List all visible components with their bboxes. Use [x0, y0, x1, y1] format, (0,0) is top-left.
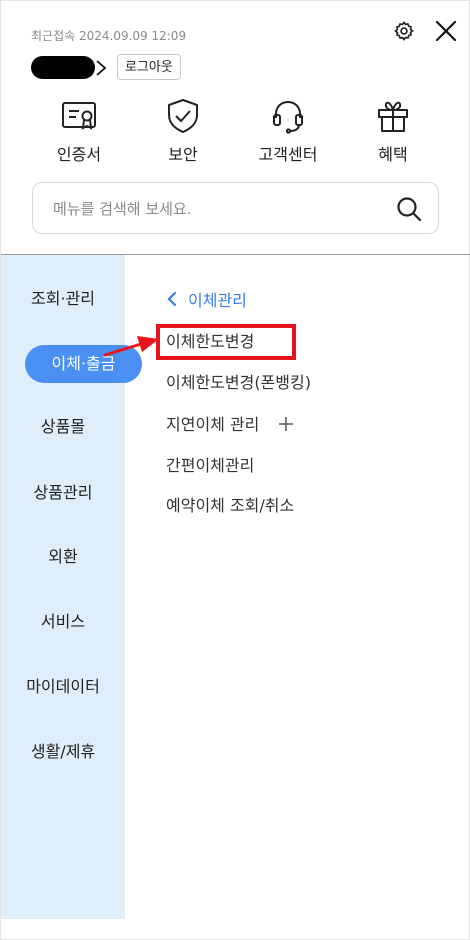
quick-item-customer-center[interactable]: 고객센터 — [243, 97, 333, 165]
all-menu-screen: 최근접속 2024.09.09 12:09 로그아웃 인증서 보안 고객센터 혜… — [0, 0, 470, 940]
search-icon[interactable] — [395, 195, 423, 223]
chevron-left-icon — [167, 291, 177, 307]
gear-icon — [394, 21, 414, 41]
plus-icon[interactable] — [278, 417, 293, 431]
close-button[interactable] — [433, 18, 459, 44]
submenu-title-label: 이체관리 — [188, 291, 247, 310]
submenu-item-scheduled-transfer[interactable]: 예약이체 조회/취소 — [166, 494, 294, 518]
quick-item-label: 인증서 — [56, 145, 102, 164]
sidebar-item-mydata[interactable]: 마이데이터 — [1, 675, 125, 699]
red-arrow-annotation — [103, 336, 159, 357]
certificate-icon — [62, 102, 96, 130]
submenu-item-label: 지연이체 관리 — [166, 415, 260, 434]
sidebar-item-services[interactable]: 서비스 — [1, 610, 125, 634]
quick-item-label: 고객센터 — [258, 145, 318, 164]
headset-icon — [273, 100, 303, 134]
quick-item-security[interactable]: 보안 — [138, 97, 228, 165]
quick-item-certificate[interactable]: 인증서 — [34, 97, 124, 165]
close-icon — [435, 20, 457, 42]
sidebar-item-lifestyle[interactable]: 생활/제휴 — [1, 740, 125, 764]
menu-search-box[interactable] — [32, 182, 439, 234]
sidebar-item-product-manage[interactable]: 상품관리 — [1, 481, 125, 505]
submenu-item-simple-transfer[interactable]: 간편이체관리 — [166, 454, 254, 478]
logout-button[interactable]: 로그아웃 — [117, 54, 181, 80]
quick-item-label: 보안 — [168, 145, 198, 164]
chevron-right-icon[interactable] — [94, 58, 108, 78]
settings-button[interactable] — [391, 18, 417, 44]
last-login-text: 최근접속 2024.09.09 12:09 — [31, 29, 187, 43]
user-name-redacted[interactable] — [31, 56, 95, 79]
gift-icon — [378, 101, 408, 132]
submenu-item-delayed-transfer[interactable]: 지연이체 관리 — [166, 413, 293, 437]
quick-item-benefits[interactable]: 혜택 — [348, 97, 438, 165]
quick-item-label: 혜택 — [378, 145, 408, 164]
shield-check-icon — [168, 99, 198, 133]
sidebar-item-inquiry[interactable]: 조회·관리 — [1, 287, 125, 311]
menu-search-input[interactable] — [51, 195, 375, 223]
quick-menu: 인증서 보안 고객센터 혜택 — [1, 97, 470, 167]
sidebar-item-product-mall[interactable]: 상품몰 — [1, 415, 125, 439]
submenu-back-title[interactable]: 이체관리 — [166, 287, 247, 311]
highlight-box — [156, 324, 296, 360]
sidebar-item-forex[interactable]: 외환 — [1, 545, 125, 569]
submenu-item-transfer-limit-phone[interactable]: 이체한도변경(폰뱅킹) — [166, 371, 311, 395]
